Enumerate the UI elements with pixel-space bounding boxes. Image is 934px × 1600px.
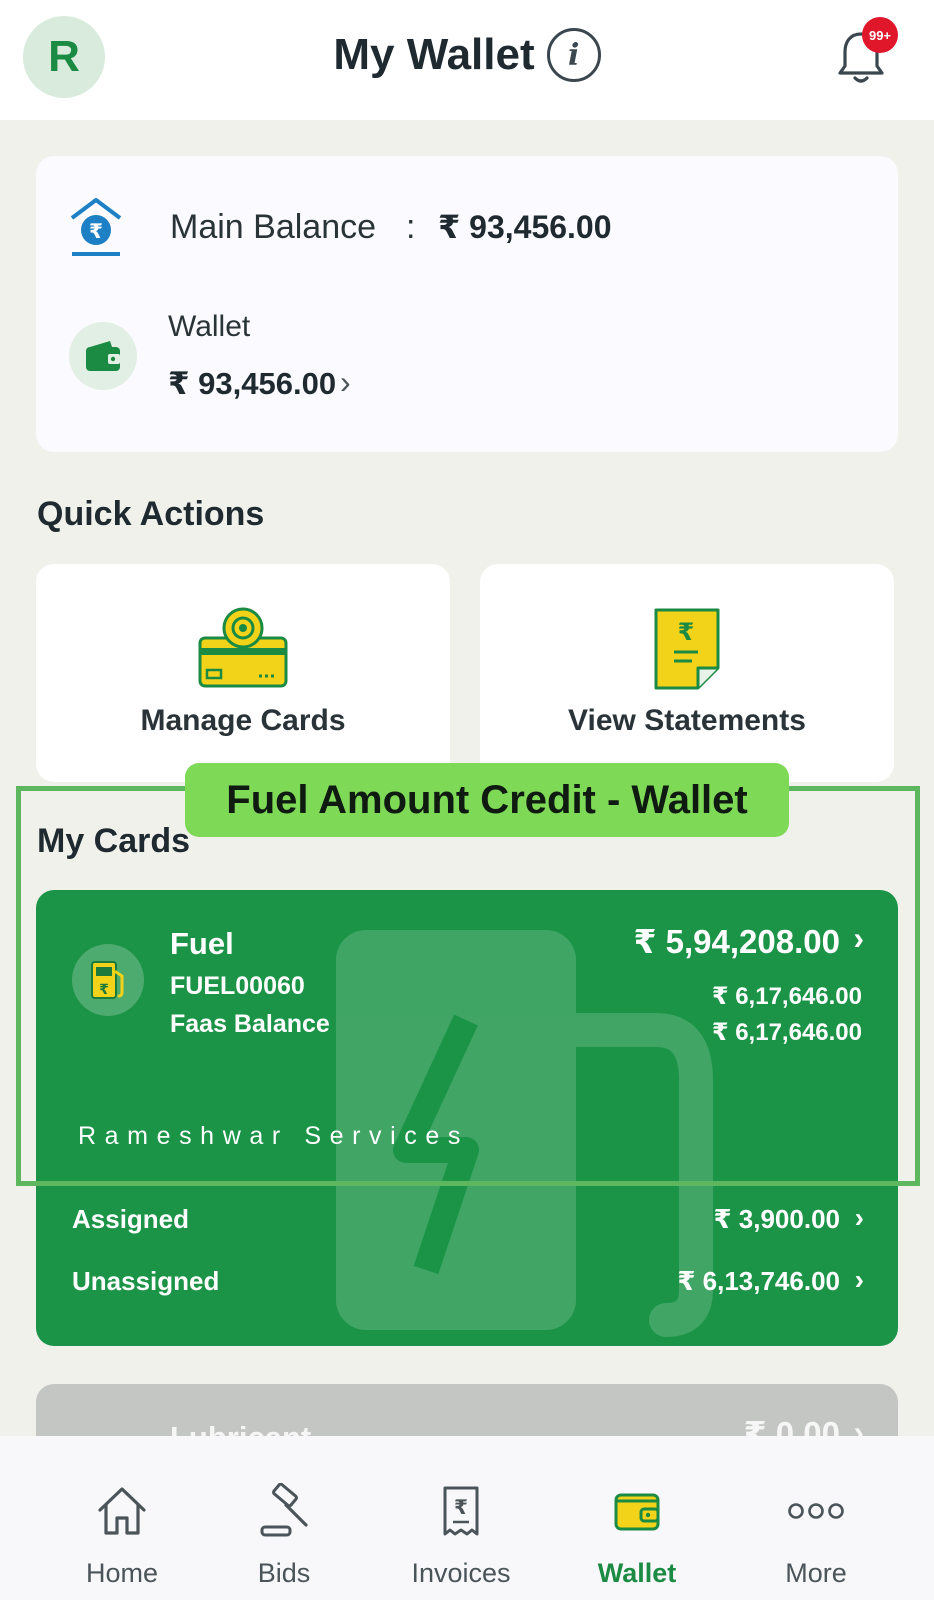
wallet-icon xyxy=(614,1493,660,1531)
main-balance-value: ₹ 93,456.00 xyxy=(438,209,612,245)
svg-text:₹: ₹ xyxy=(678,618,695,646)
balance-card: ₹ Main Balance : ₹ 93,456.00 Wallet ₹ 93… xyxy=(36,156,898,452)
manage-cards-button[interactable]: Manage Cards xyxy=(36,564,450,782)
manage-cards-label: Manage Cards xyxy=(140,704,346,737)
wallet-value[interactable]: ₹ 93,456.00 xyxy=(168,366,336,402)
wallet-icon-circle xyxy=(69,322,137,390)
bottom-nav: Home Bids ₹ Invoices Wallet More xyxy=(0,1436,934,1600)
more-icon xyxy=(788,1503,844,1519)
chevron-right-icon[interactable]: › xyxy=(855,1202,864,1234)
statement-rupee-icon: ₹ xyxy=(654,608,720,690)
highlight-box xyxy=(16,786,920,1186)
svg-text:₹: ₹ xyxy=(89,219,103,243)
page-title: My Wallet xyxy=(333,30,535,79)
info-icon[interactable]: i xyxy=(546,28,601,82)
assigned-value[interactable]: ₹ 3,900.00 xyxy=(713,1204,840,1235)
nav-label: Bids xyxy=(257,1558,311,1588)
home-icon xyxy=(98,1487,146,1535)
view-statements-label: View Statements xyxy=(568,704,806,737)
nav-item-wallet[interactable]: Wallet xyxy=(562,1436,712,1600)
unassigned-value[interactable]: ₹ 6,13,746.00 xyxy=(677,1266,840,1297)
main-balance-label: Main Balance xyxy=(170,208,377,246)
chevron-right-icon[interactable]: › xyxy=(340,364,351,401)
nav-label: Home xyxy=(85,1558,159,1588)
nav-item-invoices[interactable]: ₹ Invoices xyxy=(386,1436,536,1600)
invoice-icon: ₹ xyxy=(443,1486,479,1536)
quick-actions-title: Quick Actions xyxy=(37,495,265,533)
bank-rupee-icon: ₹ xyxy=(70,198,122,256)
gavel-icon xyxy=(260,1483,308,1537)
card-gear-icon xyxy=(198,607,288,688)
nav-item-bids[interactable]: Bids xyxy=(209,1436,359,1600)
notification-badge: 99+ xyxy=(862,17,898,53)
nav-label: Wallet xyxy=(597,1558,677,1588)
chevron-right-icon[interactable]: › xyxy=(855,1264,864,1296)
svg-text:₹: ₹ xyxy=(454,1495,468,1519)
unassigned-label: Unassigned xyxy=(72,1266,220,1296)
app-header: R My Wallet i 99+ xyxy=(0,0,934,120)
wallet-label: Wallet xyxy=(168,310,251,343)
nav-label: More xyxy=(785,1558,847,1588)
wallet-green-icon xyxy=(86,341,120,371)
main-balance-colon: : xyxy=(406,208,416,246)
nav-item-home[interactable]: Home xyxy=(47,1436,197,1600)
assigned-label: Assigned xyxy=(72,1204,190,1234)
highlight-label: Fuel Amount Credit - Wallet xyxy=(185,763,789,837)
view-statements-button[interactable]: ₹ View Statements xyxy=(480,564,894,782)
nav-item-more[interactable]: More xyxy=(741,1436,891,1600)
nav-label: Invoices xyxy=(411,1558,511,1588)
title-wrap: My Wallet i xyxy=(0,28,934,82)
